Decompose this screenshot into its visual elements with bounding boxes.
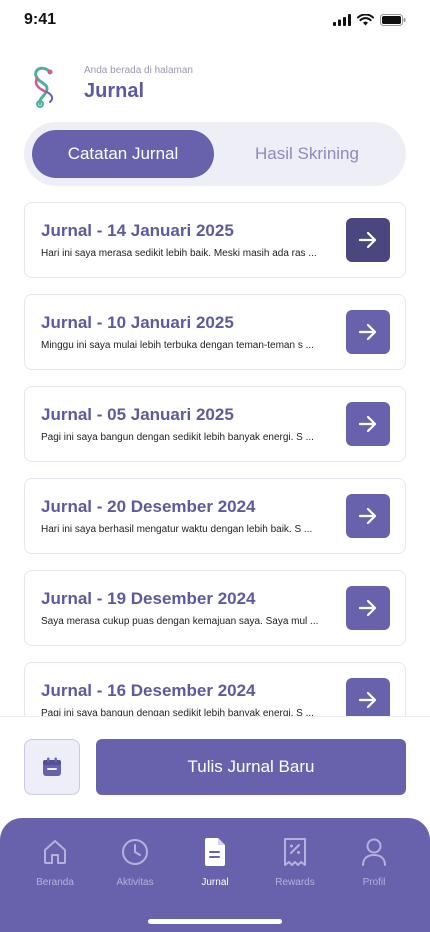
arrow-right-icon [358, 323, 377, 341]
arrow-right-icon [358, 231, 377, 249]
journal-card[interactable]: Jurnal - 14 Januari 2025 Hari ini saya m… [24, 202, 406, 278]
nav-label: Beranda [36, 877, 74, 888]
nav-label: Rewards [275, 877, 315, 888]
open-journal-button[interactable] [346, 218, 390, 262]
journal-title: Jurnal - 14 Januari 2025 [41, 221, 234, 240]
nav-item-jurnal[interactable]: Jurnal [175, 836, 255, 888]
journal-excerpt: Minggu ini saya mulai lebih terbuka deng… [41, 340, 314, 351]
journal-card[interactable]: Jurnal - 20 Desember 2024 Hari ini saya … [24, 478, 406, 554]
tab-catatan-jurnal[interactable]: Catatan Jurnal [32, 130, 214, 178]
journal-excerpt: Hari ini saya merasa sedikit lebih baik.… [41, 248, 317, 259]
arrow-right-icon [358, 599, 377, 617]
nav-item-aktivitas[interactable]: Aktivitas [95, 836, 175, 888]
journal-title: Jurnal - 20 Desember 2024 [41, 497, 256, 516]
document-icon [205, 838, 225, 866]
journal-title: Jurnal - 05 Januari 2025 [41, 405, 234, 424]
bottom-action-bar: Tulis Jurnal Baru [0, 716, 430, 826]
nav-label: Jurnal [201, 877, 229, 888]
open-journal-button[interactable] [346, 586, 390, 630]
page-header: Anda berada di halaman Jurnal [30, 60, 400, 110]
new-journal-button[interactable]: Tulis Jurnal Baru [96, 739, 406, 795]
home-indicator[interactable] [148, 919, 282, 924]
nav-item-beranda[interactable]: Beranda [15, 836, 95, 888]
nav-label: Aktivitas [116, 877, 154, 888]
user-icon [362, 838, 386, 866]
home-icon [44, 840, 66, 864]
journal-excerpt: Pagi ini saya bangun dengan sedikit lebi… [41, 708, 314, 716]
journal-title: Jurnal - 19 Desember 2024 [41, 589, 256, 608]
journal-excerpt: Hari ini saya berhasil mengatur waktu de… [41, 524, 313, 535]
page-title: Jurnal [84, 80, 145, 102]
status-icons [333, 14, 406, 26]
open-journal-button[interactable] [346, 310, 390, 354]
stethoscope-logo [34, 66, 54, 108]
journal-card[interactable]: Jurnal - 19 Desember 2024 Saya merasa cu… [24, 570, 406, 646]
journal-excerpt: Pagi ini saya bangun dengan sedikit lebi… [41, 432, 314, 443]
clock-icon [122, 839, 148, 865]
journal-card[interactable]: Jurnal - 05 Januari 2025 Pagi ini saya b… [24, 386, 406, 462]
wifi-icon [357, 14, 374, 26]
arrow-right-icon [358, 691, 377, 709]
arrow-right-icon [358, 415, 377, 433]
arrow-right-icon [358, 507, 377, 525]
nav-label: Profil [362, 877, 386, 888]
bottom-nav: Beranda Aktivitas Jurnal Rewards Profil [0, 818, 430, 932]
page-location-label: Anda berada di halaman [84, 65, 193, 76]
journal-title: Jurnal - 10 Januari 2025 [41, 313, 234, 332]
open-journal-button[interactable] [346, 678, 390, 716]
tab-hasil-skrining[interactable]: Hasil Skrining [216, 130, 398, 178]
open-journal-button[interactable] [346, 494, 390, 538]
nav-item-rewards[interactable]: Rewards [255, 836, 335, 888]
calendar-button[interactable] [24, 739, 80, 795]
status-time: 9:41 [24, 11, 57, 28]
calendar-icon [43, 757, 61, 776]
journal-card[interactable]: Jurnal - 16 Desember 2024 Pagi ini saya … [24, 662, 406, 716]
status-bar: 9:41 [0, 0, 430, 44]
journal-excerpt: Saya merasa cukup puas dengan kemajuan s… [41, 616, 319, 627]
journal-title: Jurnal - 16 Desember 2024 [41, 681, 256, 700]
journal-list[interactable]: Jurnal - 14 Januari 2025 Hari ini saya m… [24, 202, 406, 716]
open-journal-button[interactable] [346, 402, 390, 446]
segmented-tabs: Catatan Jurnal Hasil Skrining [24, 122, 406, 186]
journal-card[interactable]: Jurnal - 10 Januari 2025 Minggu ini saya… [24, 294, 406, 370]
voucher-icon [284, 838, 306, 866]
signal-icon [333, 14, 351, 26]
nav-item-profil[interactable]: Profil [334, 836, 414, 888]
battery-icon [380, 14, 406, 26]
